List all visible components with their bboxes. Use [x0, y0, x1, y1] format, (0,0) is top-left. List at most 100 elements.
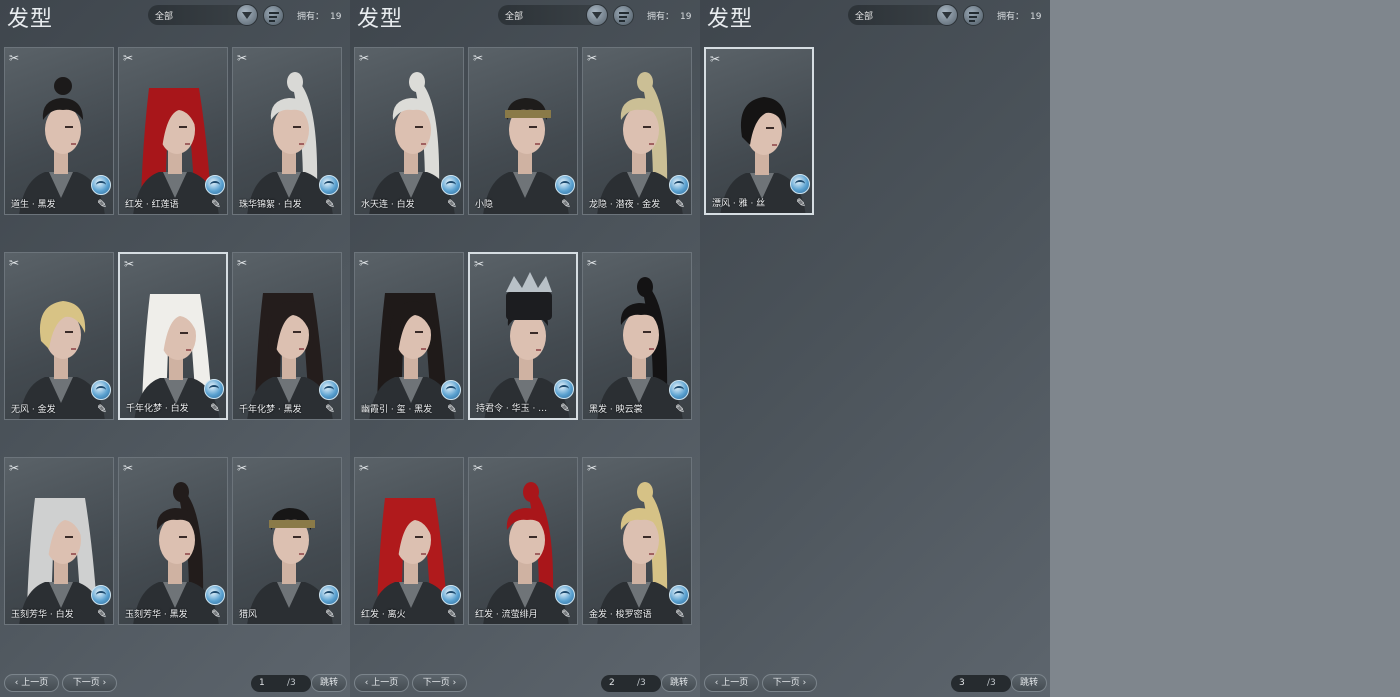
- edit-brush-icon[interactable]: ✎: [322, 606, 338, 622]
- hairstyle-card[interactable]: ✂ ✎ 千年化梦 · 黑发: [232, 252, 342, 420]
- page-number-input[interactable]: 2/3: [601, 675, 661, 692]
- hair-topknot: [523, 482, 539, 502]
- hairstyle-name: 玉刻芳华 · 白发: [11, 610, 74, 620]
- dye-comb-button[interactable]: [91, 585, 111, 605]
- hairstyle-card[interactable]: ✂ ✎ 金发 · 梭罗密语: [582, 457, 692, 625]
- sort-filter-button[interactable]: [613, 5, 634, 26]
- edit-brush-icon[interactable]: ✎: [793, 195, 809, 211]
- edit-brush-icon[interactable]: ✎: [94, 196, 110, 212]
- hairstyle-card[interactable]: ✂ ✎ 龙隐 · 潜夜 · 金发: [582, 47, 692, 215]
- hairstyle-card[interactable]: ✂ ✎ 红发 · 流萤绯月: [468, 457, 578, 625]
- chevron-right-icon: ›: [799, 678, 807, 688]
- hairstyle-card[interactable]: ✂ ✎ 千年化梦 · 白发: [118, 252, 228, 420]
- mouth: [772, 144, 777, 146]
- dye-comb-button[interactable]: [669, 585, 689, 605]
- dye-comb-button[interactable]: [319, 585, 339, 605]
- scissors-icon: ✂: [587, 256, 598, 270]
- next-page-button[interactable]: 下一页 ›: [62, 674, 117, 692]
- hairstyle-card[interactable]: ✂ ✎ 水天连 · 白发: [354, 47, 464, 215]
- jump-button[interactable]: 跳转: [661, 674, 697, 692]
- edit-brush-icon[interactable]: ✎: [672, 196, 688, 212]
- list-filter-icon: [269, 16, 277, 18]
- prev-page-button[interactable]: ‹ 上一页: [4, 674, 59, 692]
- dye-comb-button[interactable]: [319, 380, 339, 400]
- next-page-button[interactable]: 下一页 ›: [412, 674, 467, 692]
- chevron-down-icon[interactable]: [586, 4, 608, 26]
- category-filter-select[interactable]: 全部: [148, 4, 258, 26]
- scissors-icon: ✂: [237, 256, 248, 270]
- hairstyle-card[interactable]: ✂ ✎ 无风 · 金发: [4, 252, 114, 420]
- hairstyle-card[interactable]: ✂ ✎ 持君令 · 华玉 · …: [468, 252, 578, 420]
- hairstyle-card[interactable]: ✂ ✎ 小隐: [468, 47, 578, 215]
- edit-brush-icon[interactable]: ✎: [94, 606, 110, 622]
- edit-brush-icon[interactable]: ✎: [94, 401, 110, 417]
- hairstyle-card[interactable]: ✂ ✎ 黑发 · 映云裳: [582, 252, 692, 420]
- eye: [179, 126, 187, 128]
- edit-brush-icon[interactable]: ✎: [207, 400, 223, 416]
- dye-comb-button[interactable]: [441, 175, 461, 195]
- edit-brush-icon[interactable]: ✎: [208, 196, 224, 212]
- chevron-right-icon: ›: [99, 678, 107, 688]
- panel-title: 发型: [7, 7, 54, 32]
- mouth: [535, 553, 540, 555]
- hairstyle-card[interactable]: ✂ ✎ 玉刻芳华 · 黑发: [118, 457, 228, 625]
- dye-comb-button[interactable]: [91, 175, 111, 195]
- edit-brush-icon[interactable]: ✎: [557, 400, 573, 416]
- page-number-input[interactable]: 1/3: [251, 675, 311, 692]
- edit-brush-icon[interactable]: ✎: [444, 401, 460, 417]
- jump-button[interactable]: 跳转: [311, 674, 347, 692]
- edit-brush-icon[interactable]: ✎: [672, 606, 688, 622]
- next-page-button[interactable]: 下一页 ›: [762, 674, 817, 692]
- dye-comb-button[interactable]: [205, 175, 225, 195]
- prev-page-button[interactable]: ‹ 上一页: [354, 674, 409, 692]
- edit-brush-icon[interactable]: ✎: [444, 196, 460, 212]
- dye-comb-button[interactable]: [205, 585, 225, 605]
- sort-filter-button[interactable]: [963, 5, 984, 26]
- scissors-icon: ✂: [237, 461, 248, 475]
- dye-comb-button[interactable]: [204, 379, 224, 399]
- dye-comb-button[interactable]: [441, 380, 461, 400]
- dye-comb-button[interactable]: [555, 585, 575, 605]
- hairstyle-card[interactable]: ✂ ✎ 玉刻芳华 · 白发: [4, 457, 114, 625]
- dye-comb-button[interactable]: [669, 380, 689, 400]
- prev-page-label: 上一页: [371, 678, 399, 688]
- category-filter-select[interactable]: 全部: [848, 4, 958, 26]
- hairstyle-card[interactable]: ✂ ✎ 漂风 · 雅 · 丝: [704, 47, 814, 215]
- sort-filter-button[interactable]: [263, 5, 284, 26]
- total-pages: /3: [987, 678, 996, 688]
- category-filter-select[interactable]: 全部: [498, 4, 608, 26]
- scissors-icon: ✂: [359, 51, 370, 65]
- scissors-icon: ✂: [587, 461, 598, 475]
- hairstyle-card[interactable]: ✂ ✎ 红发 · 红莲语: [118, 47, 228, 215]
- page-number-input[interactable]: 3/3: [951, 675, 1011, 692]
- chevron-down-icon[interactable]: [936, 4, 958, 26]
- dye-comb-button[interactable]: [554, 379, 574, 399]
- hairstyle-card[interactable]: ✂ ✎ 珠华锦絮 · 白发: [232, 47, 342, 215]
- hairstyle-card[interactable]: ✂ ✎ 幽霞引 · 玺 · 黑发: [354, 252, 464, 420]
- edit-brush-icon[interactable]: ✎: [444, 606, 460, 622]
- edit-brush-icon[interactable]: ✎: [558, 606, 574, 622]
- hairstyle-card[interactable]: ✂ ✎ 猎风: [232, 457, 342, 625]
- mouth: [299, 553, 304, 555]
- edit-brush-icon[interactable]: ✎: [558, 196, 574, 212]
- eye: [293, 126, 301, 128]
- edit-brush-icon[interactable]: ✎: [322, 401, 338, 417]
- dye-comb-button[interactable]: [790, 174, 810, 194]
- dye-comb-button[interactable]: [669, 175, 689, 195]
- hairstyle-card[interactable]: ✂ ✎ 道生 · 黑发: [4, 47, 114, 215]
- chevron-down-icon[interactable]: [236, 4, 258, 26]
- jump-button[interactable]: 跳转: [1011, 674, 1047, 692]
- edit-brush-icon[interactable]: ✎: [208, 606, 224, 622]
- dye-comb-button[interactable]: [319, 175, 339, 195]
- dye-comb-button[interactable]: [441, 585, 461, 605]
- hairstyle-card[interactable]: ✂ ✎ 红发 · 离火: [354, 457, 464, 625]
- dye-comb-button[interactable]: [555, 175, 575, 195]
- list-filter-icon: [619, 12, 629, 14]
- dye-comb-button[interactable]: [91, 380, 111, 400]
- eye: [643, 126, 651, 128]
- prev-page-button[interactable]: ‹ 上一页: [704, 674, 759, 692]
- edit-brush-icon[interactable]: ✎: [322, 196, 338, 212]
- hat: [506, 292, 552, 320]
- scissors-icon: ✂: [9, 461, 20, 475]
- edit-brush-icon[interactable]: ✎: [672, 401, 688, 417]
